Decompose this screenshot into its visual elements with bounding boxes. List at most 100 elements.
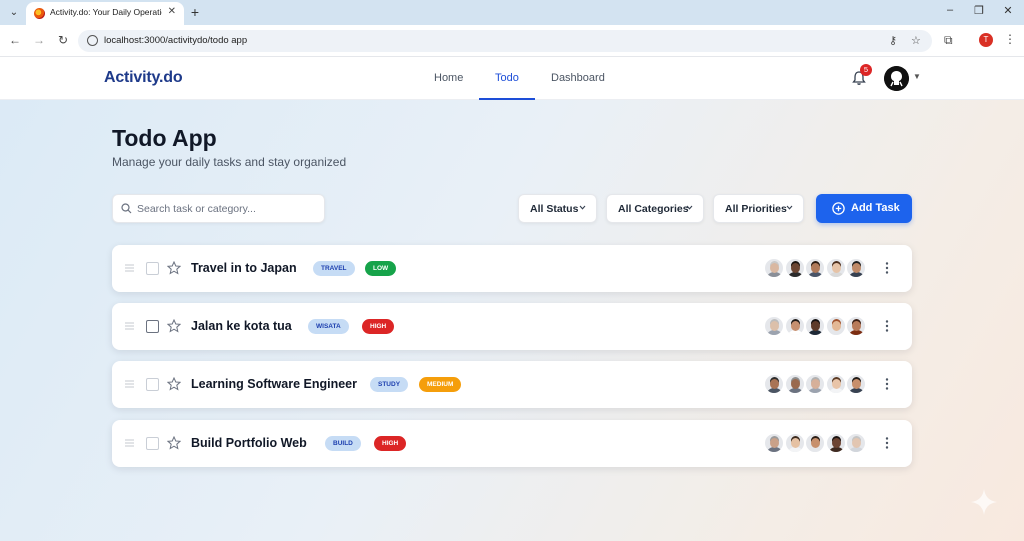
avatar-body	[766, 272, 783, 277]
assignee-avatar[interactable]	[845, 432, 867, 454]
avatar-face	[790, 438, 800, 448]
chevron-down-icon	[786, 205, 793, 210]
site-info-icon[interactable]	[87, 35, 98, 46]
drag-handle-icon[interactable]	[125, 321, 134, 331]
priority-filter[interactable]: All Priorities	[713, 194, 804, 223]
address-bar[interactable]: localhost:3000/activitydo/todo app ⚷ ☆	[78, 30, 932, 52]
browser-tab[interactable]: Activity.do: Your Daily Operations ✕	[26, 2, 184, 25]
drag-handle-icon[interactable]	[125, 438, 134, 448]
more-options-icon[interactable]	[885, 319, 889, 333]
assignee-avatar[interactable]	[804, 257, 826, 279]
avatar-body	[786, 330, 804, 335]
assignee-avatar[interactable]	[824, 432, 847, 454]
drag-handle-icon[interactable]	[125, 263, 134, 273]
assignee-avatar[interactable]	[763, 257, 785, 279]
priority-chip: MEDIUM	[419, 377, 462, 392]
category-chip: WISATA	[308, 319, 349, 334]
avatar-body	[827, 447, 845, 452]
assignee-avatar[interactable]	[783, 257, 806, 279]
extensions-icon[interactable]: ⧉	[944, 33, 953, 48]
avatar-face	[852, 438, 861, 448]
more-options-icon[interactable]	[885, 261, 889, 275]
star-icon[interactable]	[167, 436, 181, 450]
assignee-avatar[interactable]	[763, 432, 785, 454]
logo[interactable]: Activity.do	[104, 69, 183, 87]
profile-avatar[interactable]: T	[979, 33, 993, 47]
sparkle-icon	[971, 489, 997, 515]
minimize-icon[interactable]: –	[943, 4, 957, 16]
avatar-body	[807, 330, 824, 335]
avatar-face	[852, 263, 861, 273]
category-chip: TRAVEL	[313, 261, 355, 276]
nav-dashboard[interactable]: Dashboard	[551, 72, 605, 84]
more-options-icon[interactable]	[885, 377, 889, 391]
more-options-icon[interactable]	[885, 436, 889, 450]
category-filter-label: All Categories	[618, 203, 689, 215]
url-text[interactable]: localhost:3000/activitydo/todo app	[104, 35, 247, 46]
task-checkbox[interactable]	[146, 320, 159, 333]
priority-chip: HIGH	[374, 436, 407, 451]
assignee-avatar[interactable]	[824, 315, 847, 337]
assignee-avatar[interactable]	[845, 315, 867, 337]
window-close-icon[interactable]: ✕	[1001, 4, 1015, 17]
assignee-avatar[interactable]	[845, 373, 867, 395]
task-title[interactable]: Jalan ke kota tua	[191, 319, 292, 333]
assignee-avatar[interactable]	[804, 373, 826, 395]
avatar-body	[807, 447, 824, 452]
avatar-face	[811, 438, 820, 448]
restore-icon[interactable]: ❐	[972, 4, 986, 17]
task-card[interactable]: Jalan ke kota tua WISATA HIGH	[112, 303, 912, 350]
status-filter-label: All Status	[530, 203, 579, 215]
task-card[interactable]: Build Portfolio Web BUILD HIGH	[112, 420, 912, 467]
assignee-avatar[interactable]	[783, 432, 806, 454]
tab-search-icon[interactable]: ⌄	[6, 5, 22, 21]
page-subtitle: Manage your daily tasks and stay organiz…	[112, 155, 347, 169]
task-checkbox[interactable]	[146, 262, 159, 275]
password-key-icon[interactable]: ⚷	[889, 34, 897, 47]
top-navbar: Activity.do Home Todo Dashboard 5 ▼	[0, 57, 1024, 100]
star-icon[interactable]	[167, 377, 181, 391]
avatar-face	[770, 321, 779, 331]
browser-menu-icon[interactable]: ⋮	[1004, 32, 1016, 46]
star-icon[interactable]	[167, 261, 181, 275]
avatar-body	[848, 447, 865, 452]
assignee-avatar[interactable]	[845, 257, 867, 279]
task-title[interactable]: Build Portfolio Web	[191, 436, 307, 450]
task-title[interactable]: Travel in to Japan	[191, 261, 297, 275]
avatar-face	[831, 438, 841, 448]
search-input[interactable]	[137, 201, 317, 217]
chevron-down-icon[interactable]: ▼	[913, 72, 921, 81]
close-tab-icon[interactable]: ✕	[168, 6, 176, 17]
assignee-avatar[interactable]	[804, 432, 826, 454]
add-task-button[interactable]: Add Task	[816, 194, 912, 223]
status-filter[interactable]: All Status	[518, 194, 597, 223]
new-tab-icon[interactable]: +	[188, 4, 202, 20]
task-card[interactable]: Travel in to Japan TRAVEL LOW	[112, 245, 912, 292]
star-icon[interactable]	[167, 319, 181, 333]
task-checkbox[interactable]	[146, 437, 159, 450]
task-title[interactable]: Learning Software Engineer	[191, 377, 357, 391]
assignee-avatar[interactable]	[824, 373, 847, 395]
chevron-down-icon	[686, 205, 693, 210]
task-card[interactable]: Learning Software Engineer STUDY MEDIUM	[112, 361, 912, 408]
assignee-avatar[interactable]	[763, 373, 785, 395]
reload-icon[interactable]: ↻	[55, 33, 71, 47]
category-filter[interactable]: All Categories	[606, 194, 704, 223]
nav-home[interactable]: Home	[434, 72, 463, 84]
bookmark-star-icon[interactable]: ☆	[911, 34, 921, 47]
assignee-avatar[interactable]	[783, 373, 806, 395]
assignee-avatar[interactable]	[783, 315, 806, 337]
search-box[interactable]	[112, 194, 325, 223]
assignee-avatar[interactable]	[824, 257, 847, 279]
forward-icon[interactable]: →	[31, 33, 47, 47]
user-avatar[interactable]	[884, 66, 909, 91]
avatar-face	[770, 379, 779, 389]
task-checkbox[interactable]	[146, 378, 159, 391]
assignee-avatar[interactable]	[804, 315, 826, 337]
back-icon[interactable]: ←	[7, 33, 23, 47]
browser-toolbar: ← → ↻ localhost:3000/activitydo/todo app…	[0, 25, 1024, 57]
priority-chip: LOW	[365, 261, 397, 276]
assignee-avatar[interactable]	[763, 315, 785, 337]
nav-todo[interactable]: Todo	[495, 72, 519, 84]
drag-handle-icon[interactable]	[125, 379, 134, 389]
